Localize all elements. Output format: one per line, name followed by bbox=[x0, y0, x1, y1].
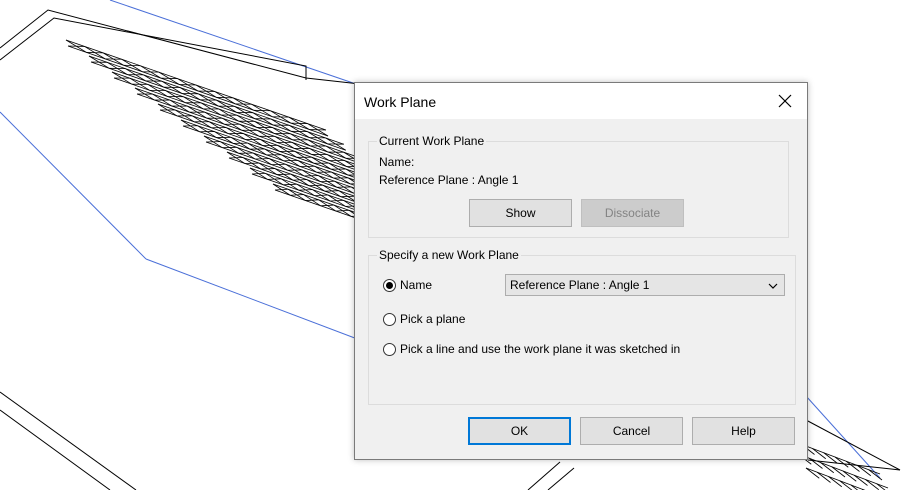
chevron-down-icon bbox=[768, 280, 778, 294]
work-plane-dialog: Work Plane Current Work Plane Name: Refe… bbox=[354, 82, 808, 460]
radio-name-button[interactable] bbox=[383, 278, 396, 292]
current-name-value: Reference Plane : Angle 1 bbox=[379, 173, 519, 187]
radio-pick-plane[interactable]: Pick a plane bbox=[383, 312, 465, 326]
dialog-titlebar: Work Plane bbox=[355, 83, 807, 119]
radio-name[interactable]: Name bbox=[383, 278, 432, 292]
specify-work-plane-group: Specify a new Work Plane Name Reference … bbox=[368, 248, 796, 405]
radio-pick-plane-button[interactable] bbox=[383, 312, 396, 326]
radio-name-label: Name bbox=[400, 278, 433, 292]
dissociate-button: Dissociate bbox=[581, 199, 684, 227]
radio-pick-line-button[interactable] bbox=[383, 342, 396, 356]
current-name-label: Name: bbox=[379, 155, 415, 169]
current-work-plane-group: Current Work Plane Name: Reference Plane… bbox=[368, 134, 789, 238]
cancel-button[interactable]: Cancel bbox=[580, 417, 683, 445]
close-icon[interactable] bbox=[763, 83, 807, 119]
radio-pick-line[interactable]: Pick a line and use the work plane it wa… bbox=[383, 342, 680, 356]
help-button[interactable]: Help bbox=[692, 417, 795, 445]
dialog-title: Work Plane bbox=[364, 94, 437, 110]
show-button[interactable]: Show bbox=[469, 199, 572, 227]
current-work-plane-legend: Current Work Plane bbox=[377, 134, 487, 148]
work-plane-name-select[interactable]: Reference Plane : Angle 1 bbox=[505, 274, 785, 296]
ok-button[interactable]: OK bbox=[468, 417, 571, 445]
radio-pick-line-label: Pick a line and use the work plane it wa… bbox=[400, 342, 681, 356]
work-plane-name-value: Reference Plane : Angle 1 bbox=[510, 278, 650, 292]
radio-pick-plane-label: Pick a plane bbox=[400, 312, 466, 326]
specify-work-plane-legend: Specify a new Work Plane bbox=[377, 248, 521, 262]
